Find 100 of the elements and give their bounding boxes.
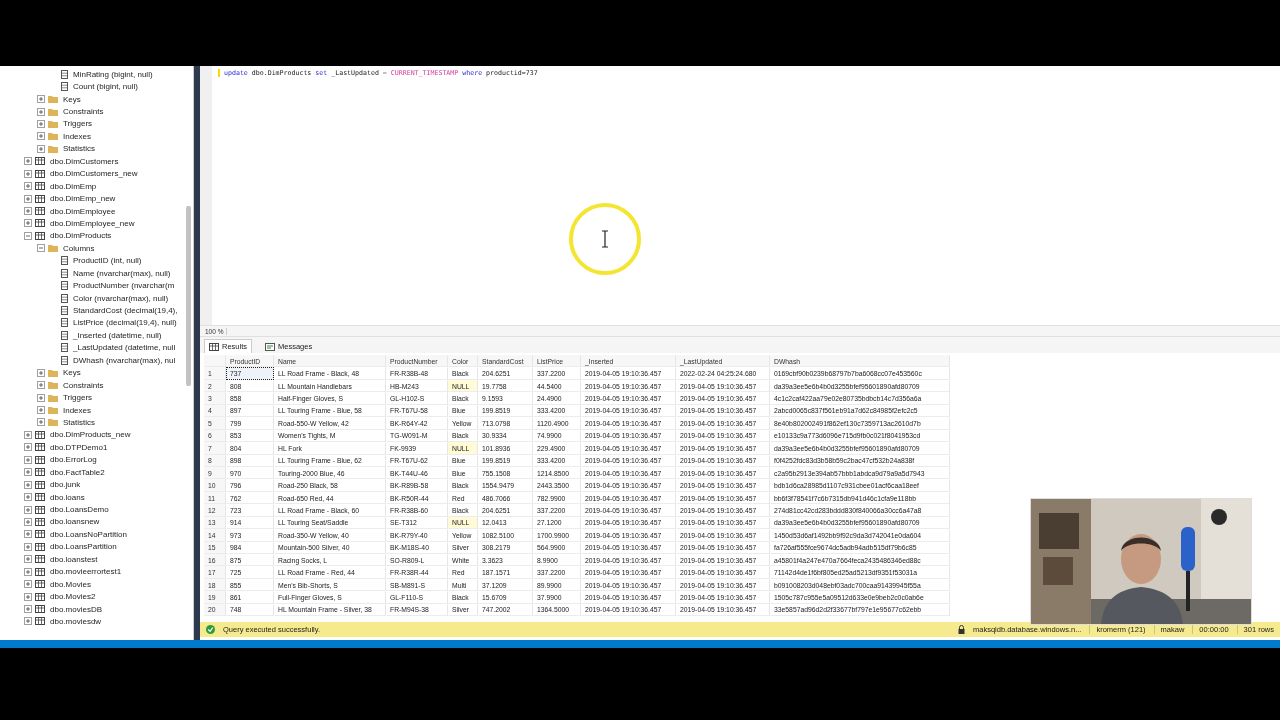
tree-item[interactable]: Indexes: [63, 131, 92, 141]
expand-icon[interactable]: [37, 381, 45, 390]
expand-icon[interactable]: [24, 542, 32, 551]
tree-item[interactable]: dbo.DimProducts_new: [50, 430, 131, 440]
tree-item[interactable]: ListPrice (decimal(19,4), null): [73, 318, 177, 328]
tree-item[interactable]: _Inserted (datetime, null): [73, 330, 162, 340]
expand-icon[interactable]: [24, 455, 32, 464]
table-icon: [35, 617, 45, 626]
tree-item[interactable]: Count (bigint, null): [73, 82, 138, 92]
table-icon: [35, 592, 45, 601]
tree-item[interactable]: dbo.LoansDemo: [50, 505, 109, 515]
table-icon: [35, 194, 45, 203]
tree-item[interactable]: Triggers: [63, 119, 93, 129]
table-icon: [35, 580, 45, 589]
tree-item[interactable]: Constraints: [63, 107, 104, 117]
expand-icon[interactable]: [24, 592, 32, 601]
expand-icon[interactable]: [24, 443, 32, 452]
column-icon: [61, 293, 68, 303]
tree-item[interactable]: Color (nvarchar(max), null): [73, 293, 169, 303]
expand-icon[interactable]: [37, 107, 45, 116]
expand-icon[interactable]: [37, 119, 45, 128]
tree-item[interactable]: dbo.Movies: [50, 579, 91, 589]
column-icon: [61, 82, 68, 92]
tree-item[interactable]: dbo.DimEmployee: [50, 206, 116, 216]
tree-item[interactable]: Constraints: [63, 380, 104, 390]
column-icon: [61, 268, 68, 278]
table-icon: [35, 468, 45, 477]
expand-icon[interactable]: [37, 144, 45, 153]
tree-item[interactable]: dbo.LoansPartition: [50, 542, 117, 552]
expand-icon[interactable]: [37, 132, 45, 141]
table-icon: [209, 342, 219, 351]
tree-item[interactable]: Indexes: [63, 405, 92, 415]
table-icon: [35, 605, 45, 614]
tree-item[interactable]: dbo.loansnew: [50, 517, 100, 527]
expand-icon[interactable]: [24, 480, 32, 489]
folder-icon: [48, 244, 58, 253]
tree-item[interactable]: Name (nvarchar(max), null): [73, 268, 171, 278]
tree-item[interactable]: dbo.ErrorLog: [50, 455, 97, 465]
tree-item[interactable]: ProductNumber (nvarchar(m: [73, 281, 175, 291]
collapse-icon[interactable]: [37, 244, 45, 253]
expand-icon[interactable]: [37, 406, 45, 415]
tree-item[interactable]: dbo.DTPDemo1: [50, 442, 108, 452]
tree-item[interactable]: DWhash (nvarchar(max), nul: [73, 355, 176, 365]
tree-item[interactable]: dbo.DimEmp_new: [50, 194, 116, 204]
expand-icon[interactable]: [24, 605, 32, 614]
collapse-icon[interactable]: [24, 231, 32, 240]
table-icon: [35, 182, 45, 191]
column-icon: [61, 343, 68, 353]
tree-item[interactable]: dbo.moviesdw: [50, 616, 102, 626]
expand-icon[interactable]: [24, 468, 32, 477]
tree-item[interactable]: Statistics: [63, 417, 95, 427]
tree-item[interactable]: dbo.DimCustomers_new: [50, 169, 138, 179]
tree-item[interactable]: dbo.junk: [50, 480, 81, 490]
expand-icon[interactable]: [24, 505, 32, 514]
expand-icon[interactable]: [37, 368, 45, 377]
tree-item[interactable]: Keys: [63, 368, 81, 378]
tree-item[interactable]: dbo.DimCustomers: [50, 156, 119, 166]
expand-icon[interactable]: [37, 393, 45, 402]
expand-icon[interactable]: [24, 517, 32, 526]
tree-item[interactable]: StandardCost (decimal(19,4),: [73, 306, 178, 316]
tree-item[interactable]: dbo.LoansNoPartition: [50, 529, 127, 539]
tree-item[interactable]: dbo.loanstest: [50, 554, 98, 564]
expand-icon[interactable]: [24, 207, 32, 216]
tree-item[interactable]: dbo.DimEmployee_new: [50, 218, 135, 228]
expand-icon[interactable]: [37, 418, 45, 427]
tree-item[interactable]: dbo.movieerrortest1: [50, 567, 122, 577]
tree-item[interactable]: MinRating (bigint, null): [73, 69, 153, 79]
expand-icon[interactable]: [24, 169, 32, 178]
tree-item[interactable]: dbo.DimProducts: [50, 231, 112, 241]
table-icon: [35, 567, 45, 576]
tree-item[interactable]: Triggers: [63, 393, 93, 403]
tree-item[interactable]: Keys: [63, 94, 81, 104]
tree-item[interactable]: dbo.Movies2: [50, 592, 96, 602]
expand-icon[interactable]: [24, 219, 32, 228]
expand-icon[interactable]: [24, 567, 32, 576]
tree-item[interactable]: ProductID (int, null): [73, 256, 142, 266]
tree-item[interactable]: _LastUpdated (datetime, null: [73, 343, 176, 353]
expand-icon[interactable]: [24, 430, 32, 439]
tree-item[interactable]: Columns: [63, 243, 95, 253]
expand-icon[interactable]: [37, 95, 45, 104]
expand-icon[interactable]: [24, 157, 32, 166]
table-icon: [35, 443, 45, 452]
tree-item[interactable]: dbo.FactTable2: [50, 467, 105, 477]
tree-item[interactable]: dbo.loans: [50, 492, 85, 502]
expand-icon[interactable]: [24, 555, 32, 564]
expand-icon[interactable]: [24, 530, 32, 539]
tree-item[interactable]: dbo.moviesDB: [50, 604, 103, 614]
scrollbar-thumb[interactable]: [186, 206, 191, 386]
table-icon: [35, 493, 45, 502]
expand-icon[interactable]: [24, 493, 32, 502]
tree-item[interactable]: Statistics: [63, 144, 95, 154]
tree-item[interactable]: dbo.DimEmp: [50, 181, 97, 191]
expand-icon[interactable]: [24, 617, 32, 626]
table-icon: [35, 530, 45, 539]
expand-icon[interactable]: [24, 182, 32, 191]
success-icon: [206, 625, 215, 634]
table-icon: [35, 169, 45, 178]
expand-icon[interactable]: [24, 194, 32, 203]
table-icon: [35, 157, 45, 166]
expand-icon[interactable]: [24, 580, 32, 589]
